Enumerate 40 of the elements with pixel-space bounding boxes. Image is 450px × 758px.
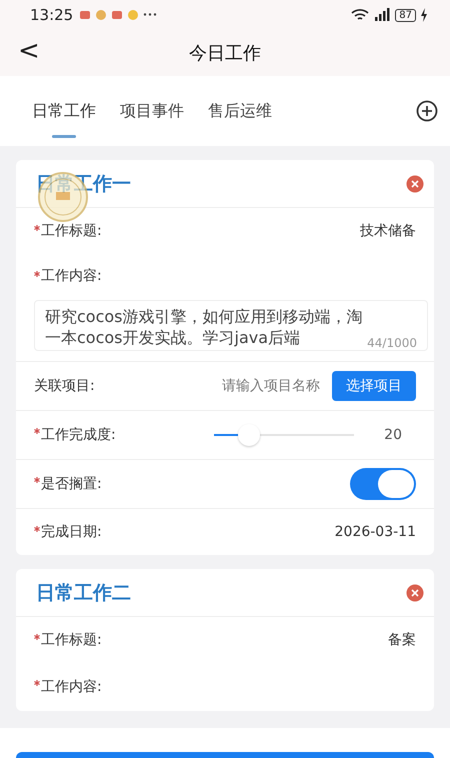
signal-icon	[373, 8, 392, 22]
field-label: 工作完成度:	[41, 426, 116, 444]
card-title: 日常工作二	[36, 580, 131, 606]
back-button[interactable]: <	[14, 36, 44, 66]
slider-value: 20	[384, 427, 402, 443]
project-input[interactable]: 请输入项目名称	[222, 377, 320, 395]
field-value: 技术储备	[360, 222, 416, 240]
select-project-button[interactable]: 选择项目	[332, 371, 416, 401]
notification-icon	[127, 9, 140, 21]
char-counter: 44/1000	[367, 336, 417, 350]
notification-icon	[111, 9, 124, 21]
notification-icon	[79, 9, 92, 21]
field-label: 工作标题:	[41, 222, 102, 240]
delete-button[interactable]	[406, 584, 424, 602]
toggle-switch[interactable]	[350, 468, 416, 500]
field-label: 关联项目:	[34, 377, 95, 395]
more-icon	[143, 13, 158, 16]
tab[interactable]: 项目事件	[108, 92, 196, 138]
add-button[interactable]	[414, 98, 440, 124]
field-value: 2026-03-11	[334, 524, 416, 540]
page-title: 今日工作	[189, 42, 261, 65]
tab[interactable]: 日常工作	[20, 92, 108, 138]
field-label: 工作内容:	[41, 267, 102, 285]
battery-level: 87	[395, 8, 416, 22]
field-value: 备案	[388, 631, 416, 649]
tab[interactable]: 售后运维	[196, 92, 284, 138]
status-time: 13:25	[30, 6, 74, 24]
plus-circle-icon	[416, 100, 438, 122]
wifi-icon	[351, 8, 370, 22]
content-field[interactable]: 研究cocos游戏引擎，如何应用到移动端，淘一本cocos开发实战。学习java后端 44/1000	[34, 300, 428, 351]
slider[interactable]	[214, 423, 354, 447]
close-icon	[406, 584, 424, 602]
delete-button[interactable]	[406, 174, 424, 192]
field-label: 是否搁置:	[41, 475, 102, 493]
charging-icon	[420, 8, 428, 22]
field-label: 工作标题:	[41, 631, 102, 649]
notification-icon	[95, 9, 108, 21]
field-label: 工作内容:	[41, 678, 102, 696]
close-icon	[406, 174, 424, 192]
field-label: 完成日期:	[41, 523, 102, 541]
